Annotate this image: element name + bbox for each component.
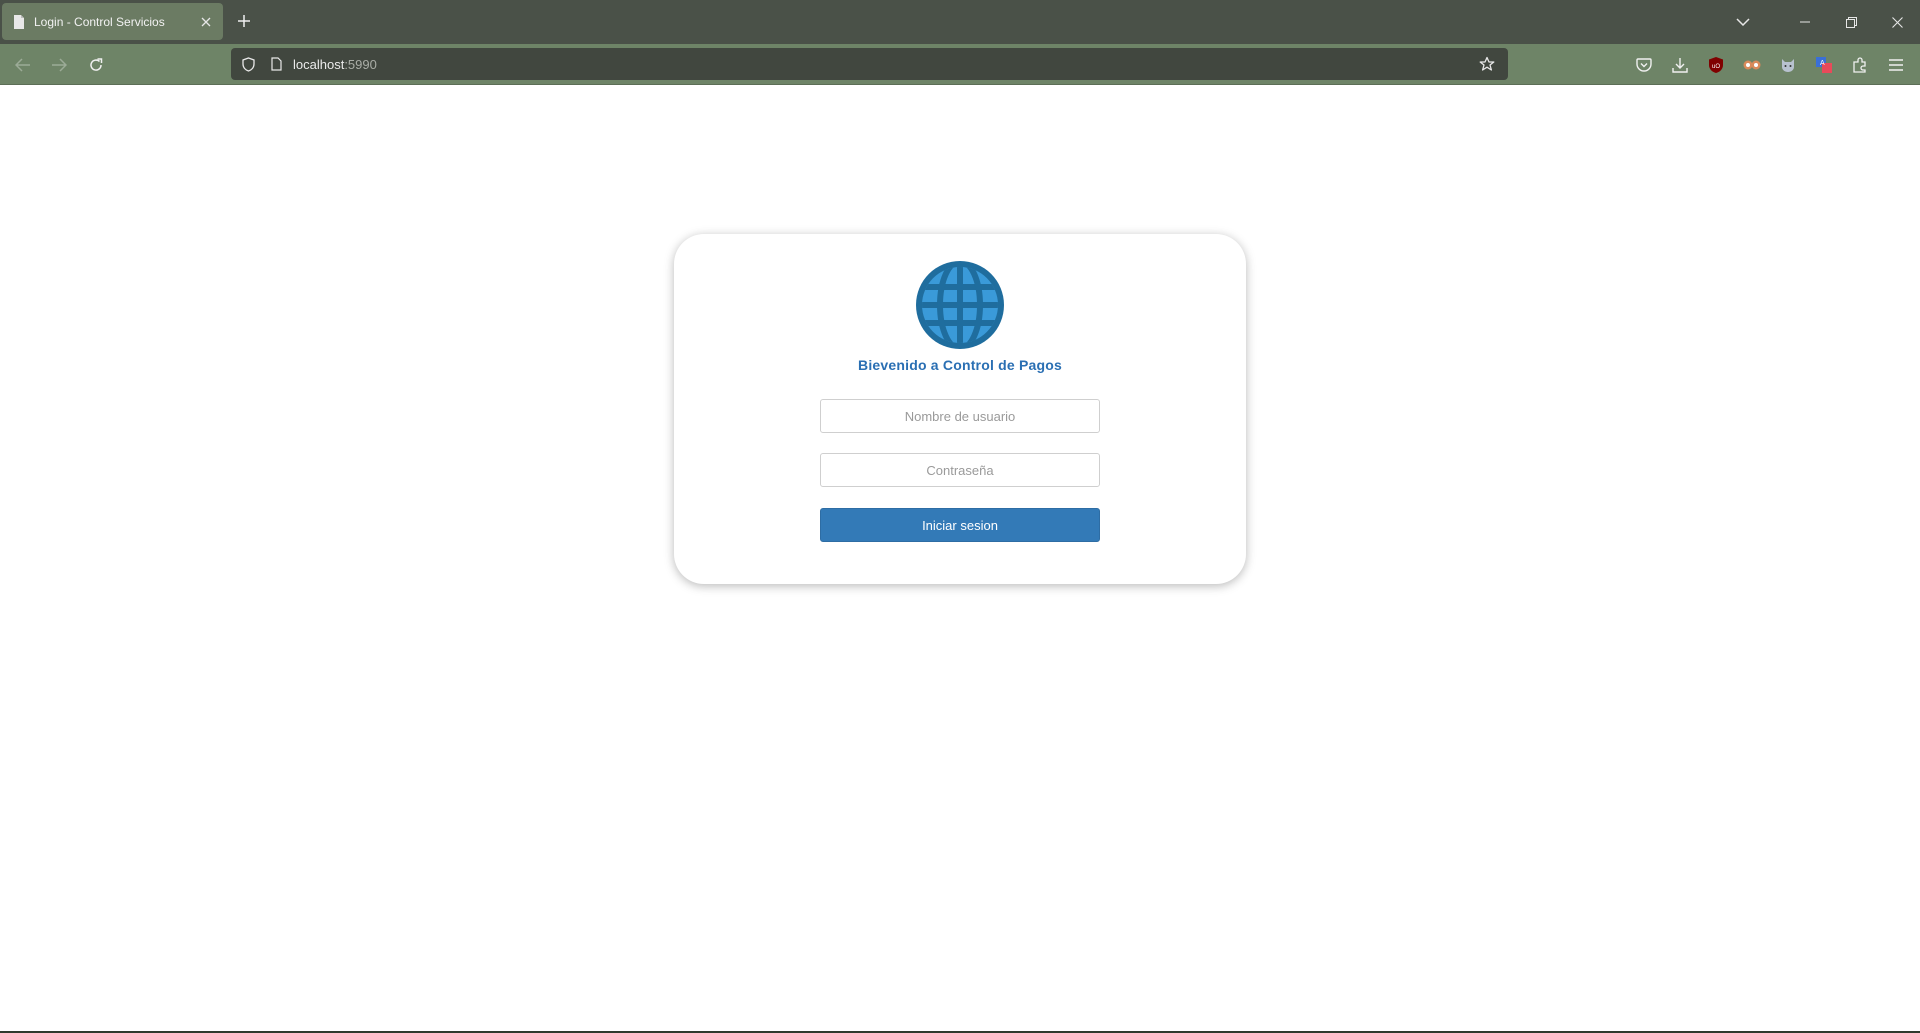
shield-icon[interactable] <box>237 53 259 75</box>
tab-title: Login - Control Servicios <box>34 14 165 29</box>
browser-tab-active[interactable]: Login - Control Servicios <box>2 3 223 40</box>
url-bar[interactable]: localhost:5990 <box>231 48 1508 80</box>
document-icon <box>12 14 26 30</box>
navigation-toolbar: localhost:5990 uO A <box>0 44 1920 85</box>
extension-cat-icon[interactable] <box>1776 53 1800 77</box>
page-icon[interactable] <box>265 53 287 75</box>
extension-translate-icon[interactable]: A <box>1812 53 1836 77</box>
username-input[interactable] <box>820 399 1100 433</box>
welcome-heading: Bievenido a Control de Pagos <box>858 357 1062 373</box>
restore-button[interactable] <box>1828 0 1874 44</box>
new-tab-button[interactable] <box>233 10 255 32</box>
minimize-button[interactable] <box>1782 0 1828 44</box>
forward-arrow-icon[interactable] <box>45 51 73 79</box>
login-button[interactable]: Iniciar sesion <box>820 508 1100 542</box>
url-port: :5990 <box>344 56 377 72</box>
svg-text:uO: uO <box>1712 64 1720 70</box>
back-arrow-icon[interactable] <box>9 51 37 79</box>
password-input[interactable] <box>820 453 1100 487</box>
reload-icon[interactable] <box>82 51 110 79</box>
extension-eyes-icon[interactable] <box>1740 53 1764 77</box>
svg-text:A: A <box>1820 60 1825 67</box>
menu-icon[interactable] <box>1884 53 1908 77</box>
ublock-icon[interactable]: uO <box>1704 53 1728 77</box>
star-icon[interactable] <box>1476 53 1498 75</box>
extensions-puzzle-icon[interactable] <box>1848 53 1872 77</box>
url-host: localhost <box>293 56 345 72</box>
login-card: Bievenido a Control de Pagos Iniciar ses… <box>674 234 1246 584</box>
window-controls <box>1736 0 1920 44</box>
tab-bar: Login - Control Servicios <box>0 0 1920 44</box>
download-icon[interactable] <box>1668 53 1692 77</box>
list-all-tabs-button[interactable] <box>1731 10 1755 34</box>
close-tab-icon[interactable] <box>197 13 215 31</box>
pocket-icon[interactable] <box>1632 53 1656 77</box>
close-window-button[interactable] <box>1874 0 1920 44</box>
globe-icon <box>916 261 1004 349</box>
